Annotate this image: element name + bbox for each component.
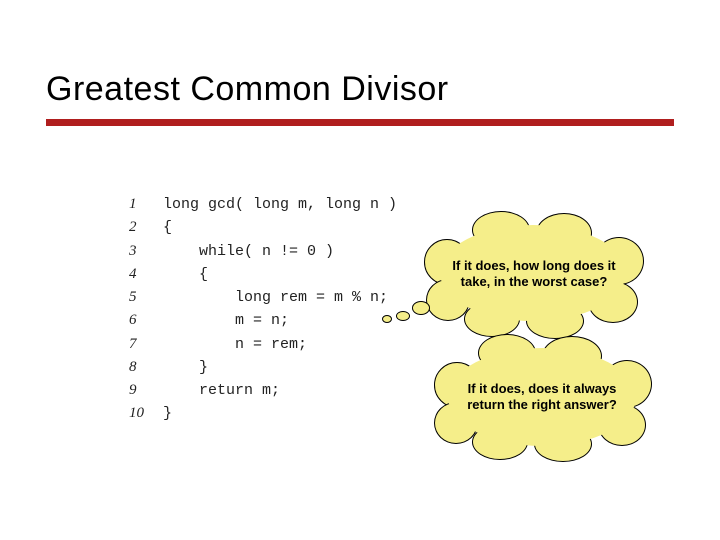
code-listing: 1long gcd( long m, long n ) 2{ 3 while( …: [129, 193, 439, 453]
code-text: {: [163, 216, 172, 239]
cloud-tail-dot: [396, 311, 410, 321]
code-line: 4 {: [129, 263, 439, 286]
line-number: 7: [129, 333, 163, 356]
line-number: 4: [129, 263, 163, 286]
thought-cloud-time: If it does, how long does it take, in th…: [418, 215, 650, 333]
cloud-text: If it does, how long does it take, in th…: [418, 215, 650, 333]
line-number: 3: [129, 240, 163, 263]
slide: Greatest Common Divisor 1long gcd( long …: [0, 0, 720, 540]
code-text: n = rem;: [163, 333, 307, 356]
code-text: }: [163, 402, 172, 425]
title-underline: [46, 119, 674, 126]
title-block: Greatest Common Divisor: [46, 70, 674, 131]
code-line: 9 return m;: [129, 379, 439, 402]
line-number: 2: [129, 216, 163, 239]
cloud-tail-dot: [382, 315, 392, 323]
code-line: 2{: [129, 216, 439, 239]
cloud-text: If it does, does it always return the ri…: [430, 340, 654, 454]
code-line: 7 n = rem;: [129, 333, 439, 356]
slide-title: Greatest Common Divisor: [46, 70, 674, 109]
code-line: 6 m = n;: [129, 309, 439, 332]
line-number: 5: [129, 286, 163, 309]
line-number: 8: [129, 356, 163, 379]
code-text: long rem = m % n;: [163, 286, 388, 309]
code-text: while( n != 0 ): [163, 240, 334, 263]
code-line: 10}: [129, 402, 439, 425]
line-number: 6: [129, 309, 163, 332]
thought-cloud-correctness: If it does, does it always return the ri…: [430, 340, 654, 454]
title-underline-gap: [46, 129, 674, 131]
code-text: m = n;: [163, 309, 289, 332]
code-line: 1long gcd( long m, long n ): [129, 193, 439, 216]
code-line: 8 }: [129, 356, 439, 379]
code-line: 5 long rem = m % n;: [129, 286, 439, 309]
code-line: 3 while( n != 0 ): [129, 240, 439, 263]
code-text: long gcd( long m, long n ): [163, 193, 397, 216]
code-text: {: [163, 263, 208, 286]
line-number: 1: [129, 193, 163, 216]
line-number: 10: [129, 402, 163, 425]
line-number: 9: [129, 379, 163, 402]
code-text: }: [163, 356, 208, 379]
code-text: return m;: [163, 379, 280, 402]
